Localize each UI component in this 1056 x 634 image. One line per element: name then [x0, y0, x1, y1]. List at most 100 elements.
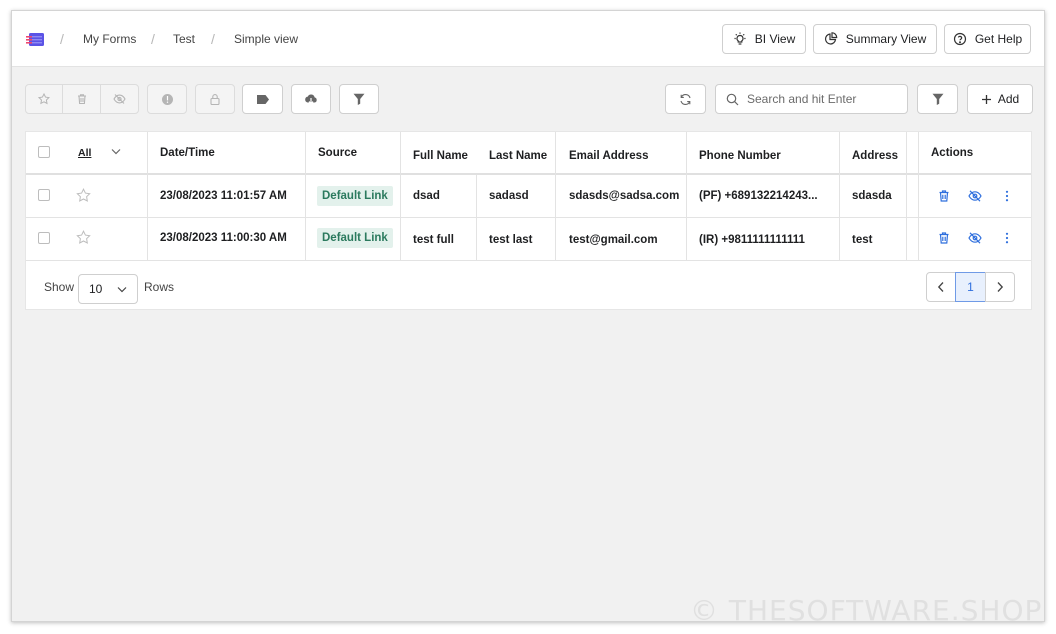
app-window: / My Forms / Test / Simple view BI View … — [11, 10, 1045, 622]
column-header-full-name[interactable]: Full Name — [413, 135, 468, 176]
filter-icon — [932, 93, 943, 105]
plus-icon — [981, 94, 991, 104]
get-help-button[interactable]: Get Help — [944, 24, 1031, 54]
cell-datetime: 23/08/2023 11:01:57 AM — [160, 190, 287, 202]
top-bar: / My Forms / Test / Simple view BI View … — [12, 11, 1044, 67]
rows-label: Rows — [144, 280, 175, 294]
column-divider — [555, 132, 556, 260]
column-divider — [147, 132, 148, 260]
eye-off-icon — [113, 94, 126, 104]
chevron-left-icon — [937, 282, 944, 292]
more-options-icon[interactable] — [1000, 189, 1014, 203]
previous-page-button[interactable] — [926, 272, 956, 302]
app-logo-icon[interactable] — [26, 33, 44, 46]
tag-button[interactable] — [242, 84, 283, 114]
bulk-delete-button[interactable] — [63, 85, 101, 113]
rows-per-page-value: 10 — [89, 282, 103, 296]
search-box — [715, 84, 908, 114]
column-header-email[interactable]: Email Address — [569, 135, 648, 176]
bulk-hide-button[interactable] — [101, 85, 138, 113]
breadcrumb-separator: / — [151, 31, 155, 47]
add-label: Add — [997, 92, 1020, 106]
entries-table: All Date/Time Source Full Name Last Name… — [25, 131, 1032, 310]
column-header-phone[interactable]: Phone Number — [699, 135, 781, 176]
cell-address: test — [852, 234, 873, 246]
get-help-label: Get Help — [974, 32, 1023, 46]
cell-email: sdasds@sadsa.com — [569, 190, 680, 202]
lock-button[interactable] — [195, 84, 235, 114]
row-divider — [26, 217, 1031, 218]
cell-address: sdasda — [852, 190, 892, 202]
tag-icon — [256, 94, 269, 104]
column-divider — [906, 132, 907, 260]
cell-full-name: dsad — [413, 190, 440, 202]
hide-row-icon[interactable] — [968, 231, 982, 245]
column-header-last-name[interactable]: Last Name — [489, 135, 547, 176]
cell-email: test@gmail.com — [569, 234, 658, 246]
star-icon[interactable] — [76, 188, 91, 203]
column-divider — [918, 132, 919, 260]
lightbulb-icon — [734, 32, 746, 45]
next-page-button[interactable] — [985, 272, 1015, 302]
more-options-icon[interactable] — [1000, 231, 1014, 245]
breadcrumb-separator: / — [60, 31, 64, 47]
pie-chart-icon — [824, 32, 838, 45]
show-label: Show — [44, 280, 75, 294]
filter-icon — [353, 93, 365, 105]
header-divider — [26, 173, 1031, 175]
add-button[interactable]: Add — [967, 84, 1033, 114]
select-all-checkbox[interactable] — [38, 146, 50, 158]
refresh-button[interactable] — [665, 84, 706, 114]
row-checkbox[interactable] — [38, 232, 50, 244]
column-header-source[interactable]: Source — [318, 132, 357, 173]
bi-view-label: BI View — [754, 32, 796, 46]
column-divider — [305, 132, 306, 260]
source-badge: Default Link — [317, 228, 393, 248]
column-divider — [686, 132, 687, 260]
cell-phone: (IR) +9811111111111 — [699, 234, 805, 246]
breadcrumb-test[interactable]: Test — [173, 32, 195, 46]
hide-row-icon[interactable] — [968, 189, 982, 203]
bi-view-button[interactable]: BI View — [722, 24, 806, 54]
cloud-download-icon — [305, 94, 317, 104]
breadcrumb-separator: / — [211, 31, 215, 47]
column-header-address[interactable]: Address — [852, 135, 898, 176]
mark-important-button[interactable] — [147, 84, 187, 114]
advanced-filter-button[interactable] — [917, 84, 958, 114]
alert-circle-icon — [161, 93, 173, 105]
column-header-actions: Actions — [931, 146, 974, 159]
star-icon[interactable] — [76, 230, 91, 245]
star-icon — [38, 93, 51, 105]
cell-phone: (PF) +689132214243... — [699, 190, 818, 202]
trash-icon — [77, 94, 86, 105]
delete-row-icon[interactable] — [937, 189, 951, 203]
bulk-star-button[interactable] — [26, 85, 64, 113]
chevron-down-icon[interactable] — [111, 148, 121, 155]
all-filter-label[interactable]: All — [78, 132, 91, 173]
search-input[interactable] — [747, 92, 897, 106]
bulk-actions-group — [25, 84, 139, 114]
column-header-datetime[interactable]: Date/Time — [160, 132, 215, 173]
search-icon — [726, 93, 739, 105]
help-circle-icon — [953, 32, 966, 46]
current-page-number: 1 — [967, 280, 974, 294]
cell-last-name: sadasd — [489, 190, 529, 202]
delete-row-icon[interactable] — [937, 231, 951, 245]
summary-view-label: Summary View — [845, 32, 927, 46]
row-divider — [26, 260, 1031, 261]
breadcrumb-simple-view[interactable]: Simple view — [234, 32, 298, 46]
cell-last-name: test last — [489, 234, 533, 246]
export-download-button[interactable] — [291, 84, 331, 114]
refresh-icon — [680, 93, 691, 105]
summary-view-button[interactable]: Summary View — [813, 24, 937, 54]
filter-button[interactable] — [339, 84, 379, 114]
chevron-down-icon — [117, 287, 127, 293]
page-button-current[interactable]: 1 — [955, 272, 986, 302]
breadcrumb-my-forms[interactable]: My Forms — [83, 32, 136, 46]
cell-datetime: 23/08/2023 11:00:30 AM — [160, 232, 287, 244]
rows-per-page-select[interactable]: 10 — [78, 274, 138, 304]
column-divider — [839, 132, 840, 260]
source-badge: Default Link — [317, 186, 393, 206]
row-checkbox[interactable] — [38, 189, 50, 201]
lock-icon — [210, 93, 220, 105]
